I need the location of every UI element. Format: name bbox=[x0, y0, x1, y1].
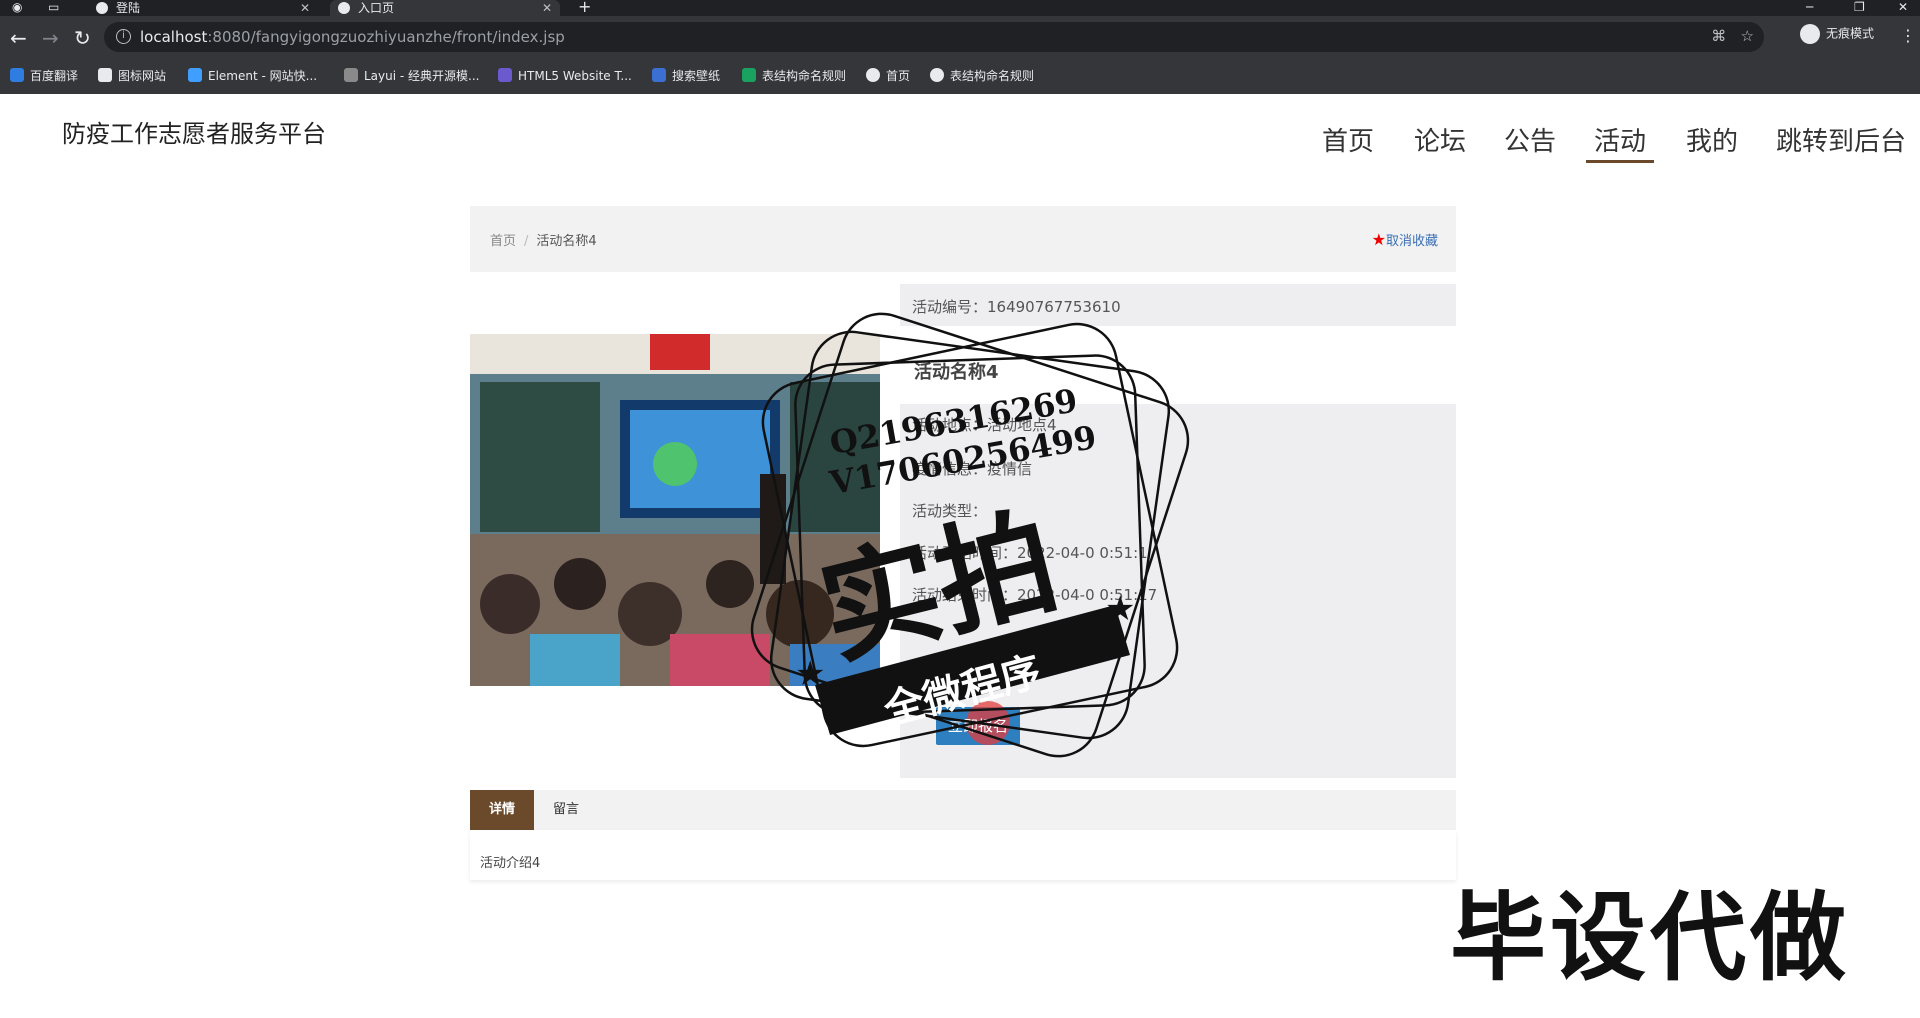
reload-icon[interactable]: ↻ bbox=[74, 28, 91, 48]
nav-forum[interactable]: 论坛 bbox=[1414, 121, 1466, 158]
breadcrumb: 首页 / 活动名称4 bbox=[490, 230, 597, 249]
corner-watermark: 毕设代做 bbox=[1450, 882, 1850, 994]
breadcrumb-home[interactable]: 首页 bbox=[490, 234, 516, 249]
tab-entry-label: 入口页 bbox=[358, 1, 395, 15]
bookmark-item[interactable]: Element - 网站快... bbox=[188, 68, 317, 84]
url-path: :8080/fangyigongzuozhiyuanzhe/front/inde… bbox=[207, 28, 565, 46]
bookmark-item[interactable]: 图标网站 bbox=[98, 68, 166, 84]
activity-photo bbox=[470, 334, 880, 686]
tab-favicon-icon bbox=[338, 2, 350, 14]
classroom-image bbox=[470, 334, 880, 686]
activity-end-time: 活动结束时间：2022-04-0 0:51:17 bbox=[912, 586, 1158, 604]
bookmark-label: 图标网站 bbox=[118, 69, 167, 83]
incognito-indicator[interactable]: 无痕模式 bbox=[1800, 24, 1874, 44]
unfavorite-label: 取消收藏 bbox=[1385, 234, 1438, 249]
minimize-icon[interactable]: ─ bbox=[1806, 0, 1813, 14]
activity-location: 活动地点：活动地点4 bbox=[912, 416, 1057, 434]
url-text[interactable]: localhost:8080/fangyigongzuozhiyuanzhe/f… bbox=[140, 28, 565, 46]
back-icon[interactable]: ← bbox=[10, 28, 27, 48]
incognito-icon bbox=[1800, 24, 1820, 44]
tab-login[interactable]: 登陆 ✕ bbox=[88, 0, 318, 16]
site-title: 防疫工作志愿者服务平台 bbox=[62, 120, 326, 148]
activity-id: 活动编号：16490767753610 bbox=[912, 298, 1121, 316]
activity-start-time: 活动开始时间：2022-04-0 0:51:1 bbox=[912, 544, 1148, 562]
activity-epidemic-info: 疫情信息：疫情信 bbox=[912, 460, 1033, 478]
unfavorite-button[interactable]: ★取消收藏 bbox=[1372, 230, 1438, 249]
new-tab-button[interactable]: + bbox=[578, 0, 591, 15]
bookmark-label: 搜索壁纸 bbox=[672, 69, 721, 83]
incognito-label: 无痕模式 bbox=[1826, 26, 1875, 41]
url-host: localhost bbox=[140, 28, 208, 46]
close-icon[interactable]: ✕ bbox=[300, 0, 310, 16]
bookmark-label: HTML5 Website T... bbox=[518, 69, 632, 83]
bookmark-label: 百度翻译 bbox=[30, 69, 79, 83]
globe-icon bbox=[866, 68, 880, 82]
sheet-icon bbox=[742, 68, 756, 82]
forward-icon[interactable]: → bbox=[42, 28, 59, 48]
restore-icon[interactable]: ❐ bbox=[1854, 0, 1865, 14]
bookmark-star-icon[interactable]: ☆ bbox=[1741, 27, 1754, 45]
flag-icon bbox=[98, 68, 112, 82]
globe-icon bbox=[930, 68, 944, 82]
bookmark-item[interactable]: HTML5 Website T... bbox=[498, 68, 632, 84]
bookmark-item[interactable]: 搜索壁纸 bbox=[652, 68, 720, 84]
chrome-icon: ◉ bbox=[12, 0, 23, 14]
bookmark-item[interactable]: 表结构命名规则 bbox=[930, 68, 1034, 84]
translate-icon bbox=[10, 68, 24, 82]
nav-admin[interactable]: 跳转到后台 bbox=[1776, 121, 1906, 158]
bookmark-item[interactable]: 百度翻译 bbox=[10, 68, 78, 84]
breadcrumb-current: 活动名称4 bbox=[536, 234, 597, 249]
nav-mine[interactable]: 我的 bbox=[1686, 121, 1738, 158]
bookmark-label: 表结构命名规则 bbox=[762, 69, 847, 83]
layui-icon bbox=[344, 68, 358, 82]
breadcrumb-separator: / bbox=[524, 234, 529, 249]
bookmark-item[interactable]: Layui - 经典开源模... bbox=[344, 68, 479, 84]
html5-icon bbox=[498, 68, 512, 82]
bookmark-label: Layui - 经典开源模... bbox=[364, 69, 480, 83]
activity-name: 活动名称4 bbox=[914, 362, 999, 383]
activity-introduction: 活动介绍4 bbox=[480, 856, 541, 871]
close-icon[interactable]: ✕ bbox=[542, 0, 552, 16]
activity-id-row: 活动编号：16490767753610 bbox=[900, 284, 1456, 326]
bookmark-item[interactable]: 首页 bbox=[866, 68, 910, 84]
join-button-label: 立即报名 bbox=[947, 717, 1008, 735]
nav-home[interactable]: 首页 bbox=[1322, 121, 1374, 158]
bookmark-label: Element - 网站快... bbox=[208, 69, 318, 83]
bookmarks-bar: 百度翻译 图标网站 Element - 网站快... Layui - 经典开源模… bbox=[0, 62, 1920, 94]
tab-login-label: 登陆 bbox=[116, 1, 141, 15]
url-field[interactable]: i localhost:8080/fangyigongzuozhiyuanzhe… bbox=[104, 22, 1764, 52]
detail-content: 活动介绍4 bbox=[470, 830, 1456, 880]
star-icon: ★ bbox=[1371, 230, 1386, 249]
breadcrumb-panel: 首页 / 活动名称4 ★取消收藏 bbox=[470, 206, 1456, 272]
join-button[interactable]: 立即报名 bbox=[936, 701, 1020, 745]
nav-activity[interactable]: 活动 bbox=[1586, 121, 1655, 163]
tab-detail[interactable]: 详情 bbox=[470, 790, 534, 830]
element-icon bbox=[188, 68, 202, 82]
close-window-icon[interactable]: ✕ bbox=[1898, 0, 1908, 14]
wallpaper-icon bbox=[652, 68, 666, 82]
bookmark-label: 首页 bbox=[886, 69, 911, 83]
omnibox-tools: ⌘ ☆ bbox=[1711, 27, 1754, 45]
nav-notice[interactable]: 公告 bbox=[1504, 121, 1556, 158]
tab-comments[interactable]: 留言 bbox=[534, 790, 598, 830]
window-icon[interactable]: ▭ bbox=[48, 0, 59, 14]
bookmark-item[interactable]: 表结构命名规则 bbox=[742, 68, 846, 84]
info-icon[interactable]: i bbox=[116, 29, 131, 44]
translate-icon[interactable]: ⌘ bbox=[1711, 27, 1726, 45]
bookmark-label: 表结构命名规则 bbox=[950, 69, 1035, 83]
browser-tabbar: ◉ ▭ 登陆 ✕ 入口页 ✕ + ─ ❐ ✕ bbox=[0, 0, 1920, 16]
tab-entry[interactable]: 入口页 ✕ bbox=[330, 0, 560, 16]
detail-tabs: 详情 留言 bbox=[470, 790, 1456, 830]
browser-menu-icon[interactable]: ⋮ bbox=[1900, 26, 1916, 45]
tab-favicon-icon bbox=[96, 2, 108, 14]
activity-type: 活动类型： bbox=[912, 502, 988, 520]
